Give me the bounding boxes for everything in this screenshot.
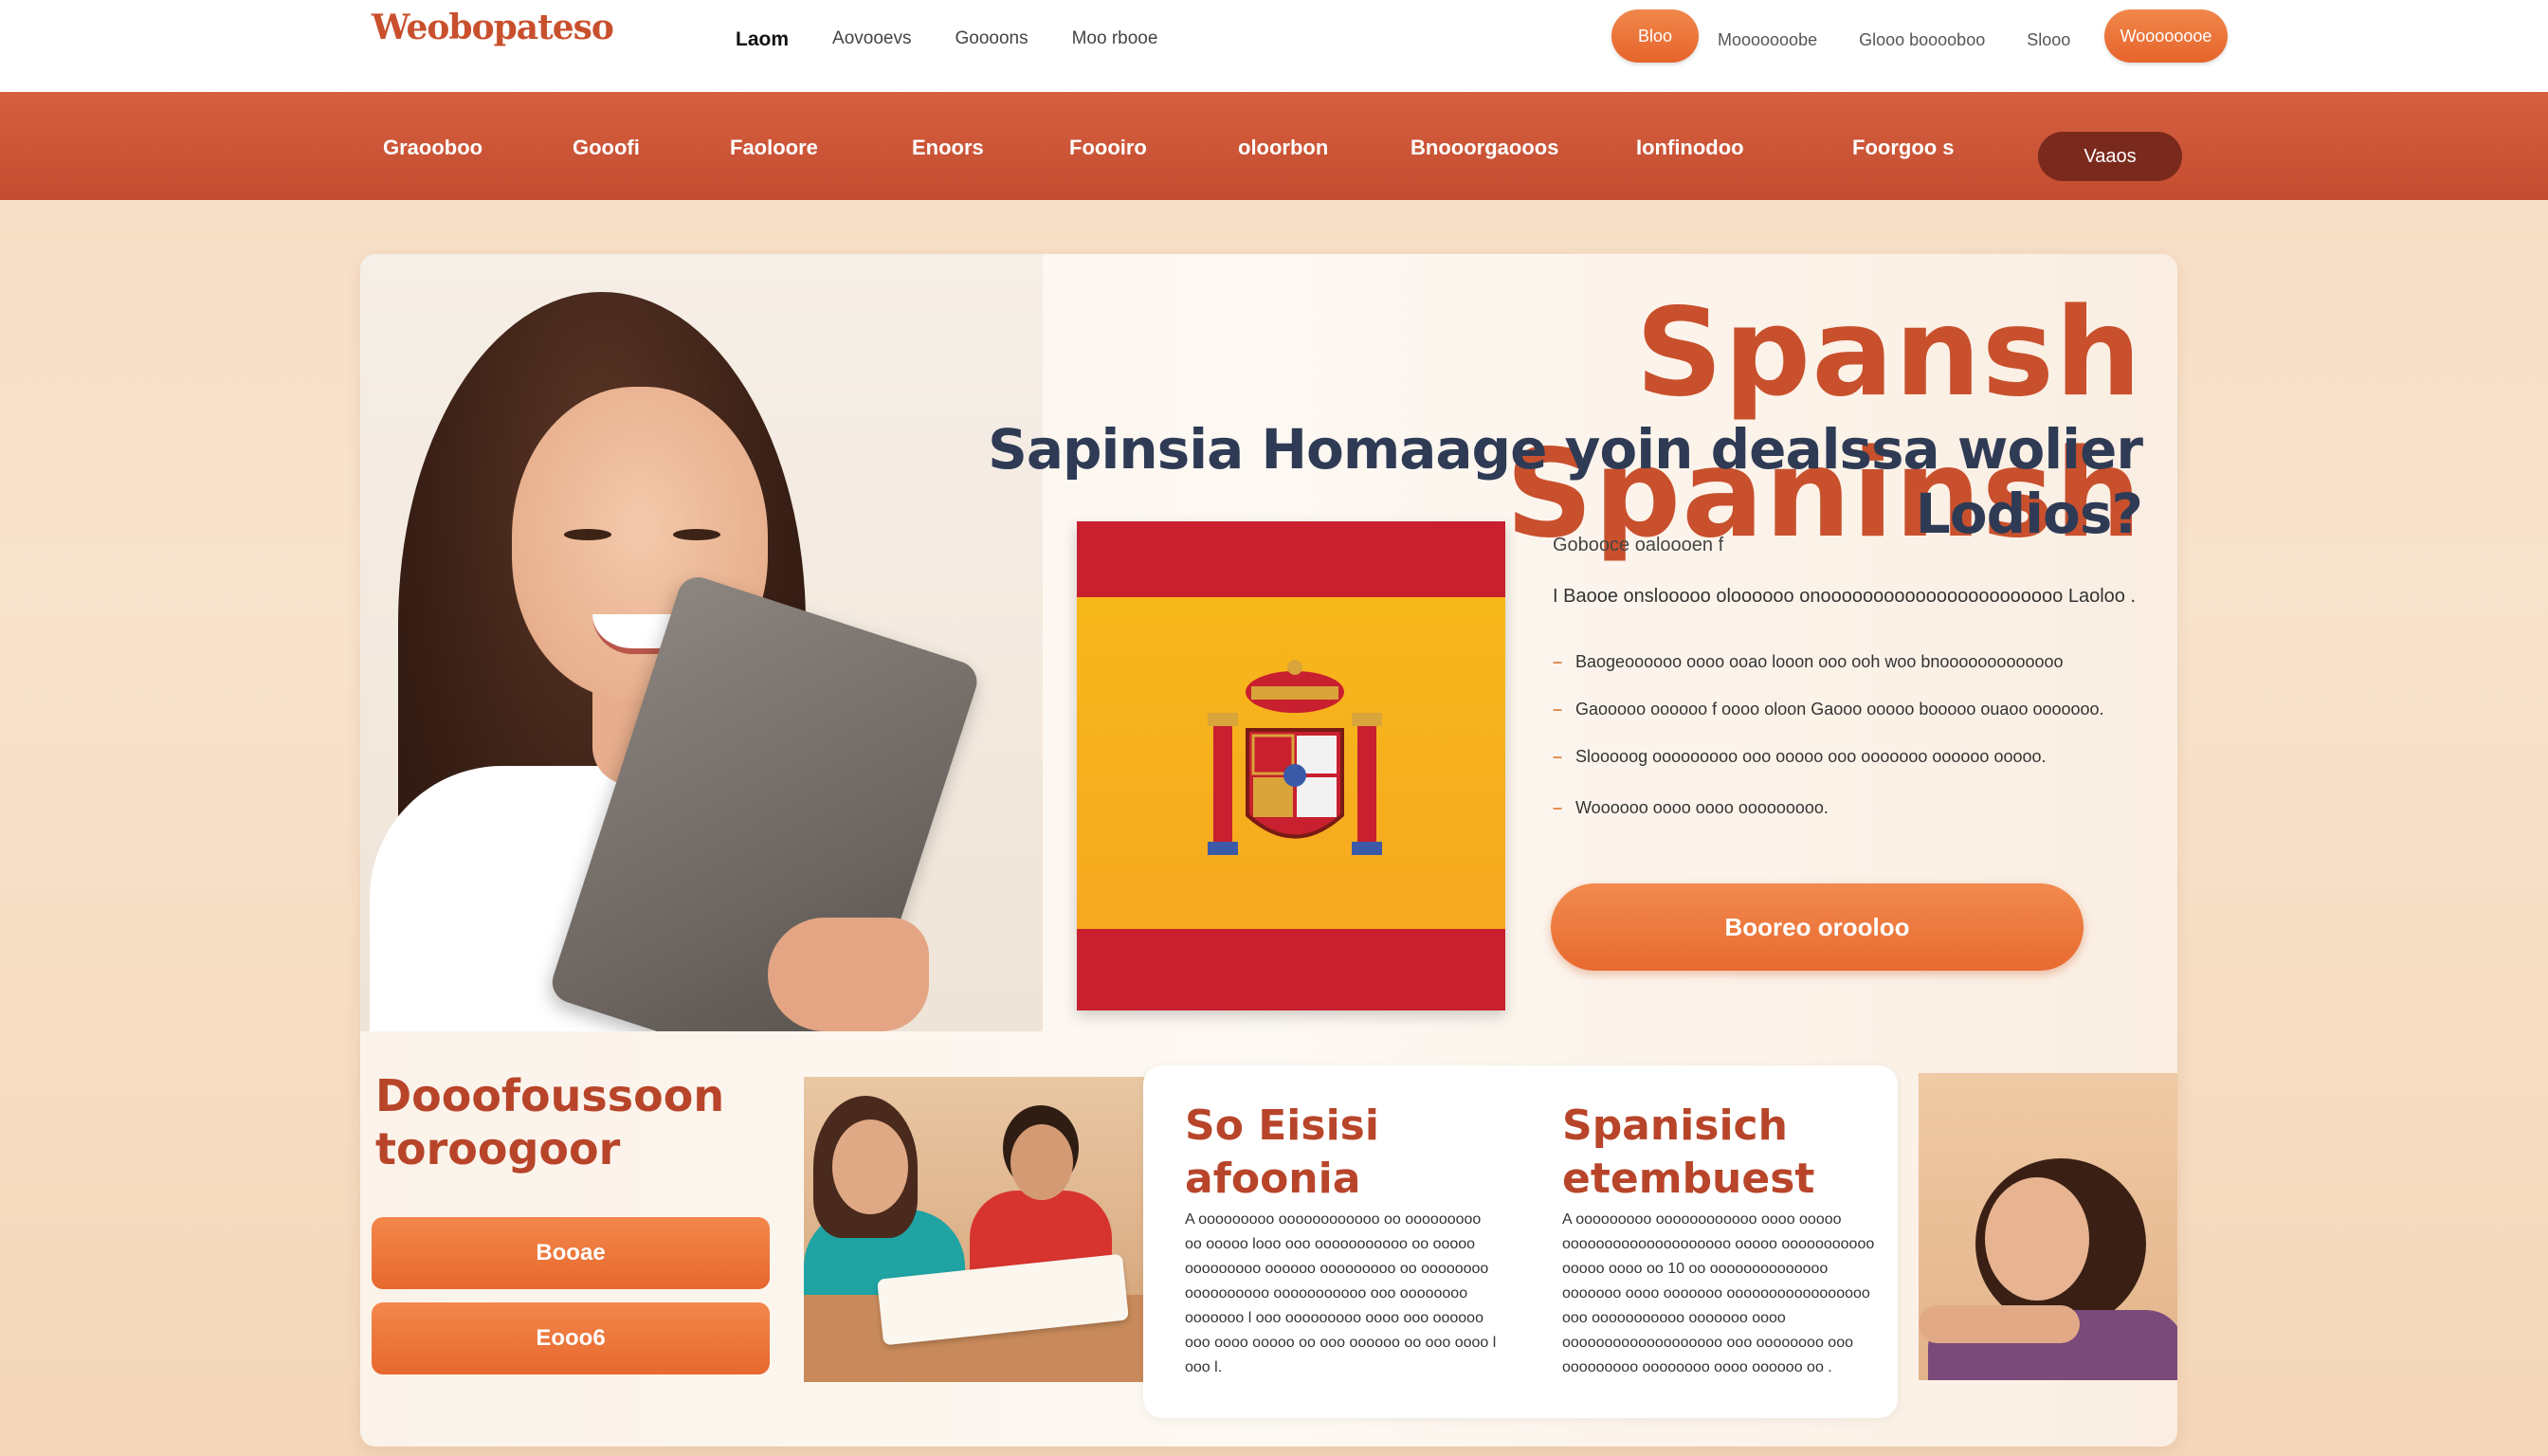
classroom-photo <box>804 1077 1145 1382</box>
top-pill-button[interactable]: Bloo <box>1611 9 1699 63</box>
category-item-7[interactable]: Bnooorgaooos <box>1410 136 1558 160</box>
photo-eye-right <box>673 529 720 540</box>
site-logo[interactable]: Weobopateso <box>372 8 614 47</box>
bullet-text: Baogeoooooo oooo ooao looon ooo ooh woo … <box>1575 652 2064 671</box>
photo-hand <box>768 918 929 1031</box>
bottom-left-title: Dooofoussoon toroogoor <box>375 1070 725 1174</box>
top-link-1[interactable]: Mooooooobe <box>1718 30 1817 50</box>
category-item-3[interactable]: Faoloore <box>730 136 818 160</box>
feature-col2-title: Spanisich etembuest <box>1562 1101 1815 1203</box>
flag-red-top <box>1077 521 1505 597</box>
info-heading: Gobooce oaloooen f <box>1553 535 1724 555</box>
category-item-5[interactable]: Foooiro <box>1069 136 1147 160</box>
feature-card: So Eisisi afoonia A ooooooooo oooooooooo… <box>1143 1065 1898 1418</box>
top-link-2[interactable]: Glooo booooboo <box>1859 30 1985 50</box>
photo-child-face <box>1985 1177 2089 1301</box>
top-nav-item-4[interactable]: Moo rbooe <box>1072 28 1158 51</box>
category-item-2[interactable]: Gooofi <box>573 136 640 160</box>
flag-red-bottom <box>1077 929 1505 1010</box>
bullet-dash-icon: – <box>1553 700 1563 719</box>
feature-col1-body: A ooooooooo oooooooooooo oo ooooooooo oo… <box>1185 1211 1497 1375</box>
bullet-text: Slooooog ooooooooo ooo ooooo ooo ooooooo… <box>1575 747 2047 766</box>
feature-col2-body: A ooooooooo oooooooooooo oooo ooooo oooo… <box>1562 1211 1875 1375</box>
top-nav-item-2[interactable]: Aovooevs <box>832 28 911 51</box>
bullet-item: – Woooooo oooo oooo ooooooooo. <box>1553 798 1829 818</box>
bullet-item: – Gaooooo oooooo f oooo oloon Gaooo ooooo… <box>1553 700 2104 719</box>
top-nav-item-3[interactable]: Goooons <box>955 28 1028 51</box>
feature-col1-title: So Eisisi afoonia <box>1185 1101 1379 1203</box>
category-item-4[interactable]: Enoors <box>912 136 984 160</box>
photo-eye-left <box>564 529 611 540</box>
bullet-text: Woooooo oooo oooo ooooooooo. <box>1575 798 1829 817</box>
category-item-6[interactable]: oloorbon <box>1238 136 1328 160</box>
category-item-8[interactable]: Ionfinodoo <box>1636 136 1744 160</box>
bullet-item: – Slooooog ooooooooo ooo ooooo ooo oooooo… <box>1553 747 2047 767</box>
signup-button[interactable]: Woooooooe <box>2104 9 2228 63</box>
hero-cta-button[interactable]: Booreo orooloo <box>1551 883 2084 971</box>
photo-child-arm <box>1919 1305 2080 1343</box>
category-button[interactable]: Vaaos <box>2038 132 2182 181</box>
info-line: I Baooe onslooooo oloooooo onooooooooooo… <box>1553 586 2137 607</box>
bottom-left-button-1[interactable]: Booae <box>372 1217 770 1289</box>
bullet-dash-icon: – <box>1553 798 1563 817</box>
bullet-dash-icon: – <box>1553 747 1563 766</box>
bullet-dash-icon: – <box>1553 652 1563 671</box>
bullet-text: Gaooooo oooooo f oooo oloon Gaooo ooooo … <box>1575 700 2104 719</box>
hero-photo-girl-with-tablet <box>360 254 1043 1031</box>
top-links: Mooooooobe Glooo booooboo Slooo <box>1718 30 2112 50</box>
top-nav-item-home[interactable]: Laom <box>736 28 789 51</box>
top-link-3[interactable]: Slooo <box>2027 30 2070 50</box>
bottom-left-button-2[interactable]: Eooo6 <box>372 1302 770 1374</box>
coat-of-arms-icon <box>1208 660 1382 855</box>
main-card: Spansh Spaninsh Sapinsia Homaage yoin de… <box>360 254 2177 1447</box>
category-item-1[interactable]: Graooboo <box>383 136 482 160</box>
photo-boy-face <box>1010 1124 1073 1200</box>
bullet-item: – Baogeoooooo oooo ooao looon ooo ooh woo… <box>1553 652 2064 672</box>
photo-teacher-face <box>832 1119 908 1214</box>
spain-flag-image <box>1077 521 1505 1010</box>
top-nav: Laom Aovooevs Goooons Moo rbooe <box>736 28 1201 51</box>
category-bar: Graooboo Gooofi Faoloore Enoors Foooiro … <box>0 92 2548 200</box>
category-item-9[interactable]: Foorgoo s <box>1852 136 1955 160</box>
child-reading-photo <box>1919 1073 2177 1380</box>
top-header: Weobopateso Laom Aovooevs Goooons Moo rb… <box>0 0 2548 92</box>
